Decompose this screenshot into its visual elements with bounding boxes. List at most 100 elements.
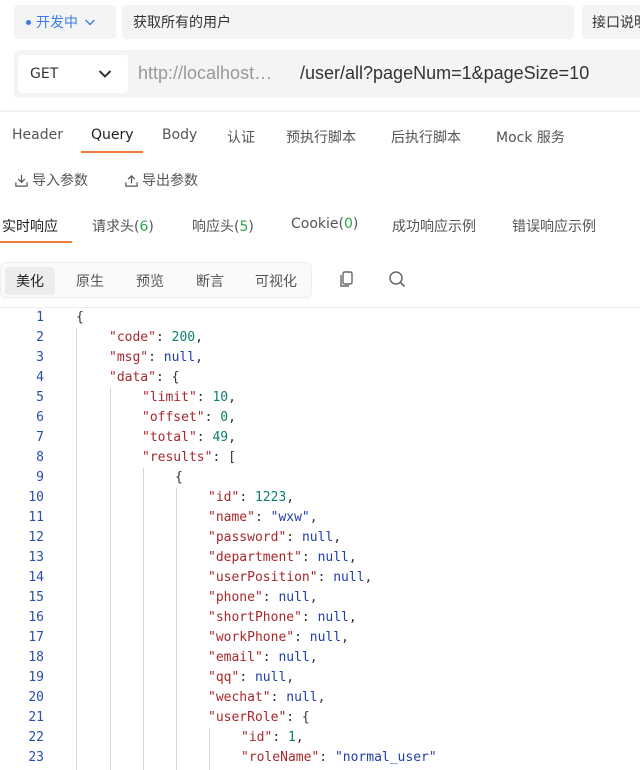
json-key: "department": [208, 550, 302, 565]
view-visualize[interactable]: 可视化: [245, 267, 307, 295]
line-number: 23: [28, 750, 44, 765]
url-path-input[interactable]: /user/all?pageNum=1&pageSize=10: [300, 63, 589, 84]
code-line: 1{: [0, 308, 640, 328]
line-number: 15: [28, 590, 44, 605]
code-line: 6 "offset": 0,: [0, 408, 640, 428]
json-punct: ,: [348, 550, 357, 565]
json-null: null: [333, 570, 365, 585]
json-key: "id": [241, 730, 273, 745]
view-beautify[interactable]: 美化: [5, 267, 55, 295]
line-number: 6: [36, 410, 44, 425]
import-params-button[interactable]: 导入参数: [14, 170, 88, 190]
json-key: "userPosition": [208, 570, 318, 585]
upload-icon: [125, 174, 138, 187]
code-line: 7 "total": 49,: [0, 428, 640, 448]
tab-body[interactable]: Body: [162, 127, 197, 143]
json-punct: :: [262, 590, 279, 605]
json-null: null: [278, 590, 310, 605]
line-number: 3: [36, 350, 44, 365]
search-icon[interactable]: [387, 269, 407, 289]
tab-mock-service[interactable]: Mock 服务: [496, 127, 565, 147]
line-number: 9: [36, 470, 44, 485]
json-number: 200: [171, 330, 196, 345]
environment-selector[interactable]: 开发中: [14, 5, 116, 39]
json-punct: ,: [309, 590, 318, 605]
tab-header[interactable]: Header: [12, 127, 63, 143]
export-params-button[interactable]: 导出参数: [124, 170, 198, 190]
line-content: "offset": 0,: [142, 408, 236, 428]
copy-icon[interactable]: [337, 269, 357, 289]
view-assert[interactable]: 断言: [185, 267, 235, 295]
json-key: "phone": [208, 590, 263, 605]
json-key: "qq": [208, 670, 240, 685]
line-content: {: [175, 468, 183, 488]
view-preview[interactable]: 预览: [125, 267, 175, 295]
tab-cookie[interactable]: Cookie(0): [291, 216, 358, 232]
code-line: 9{: [0, 468, 640, 488]
json-null: null: [317, 610, 349, 625]
tab-request-headers[interactable]: 请求头(6): [92, 216, 154, 236]
json-null: null: [317, 550, 349, 565]
json-punct: ,: [195, 330, 203, 345]
json-null: null: [286, 690, 318, 705]
json-punct: :: [155, 330, 172, 345]
url-base-prefix[interactable]: http://localhost…: [138, 63, 272, 84]
json-string: "normal_user": [334, 750, 437, 765]
tab-error-example[interactable]: 错误响应示例: [512, 216, 596, 236]
url-bar: GET http://localhost… /user/all?pageNum=…: [14, 50, 640, 98]
json-key: "password": [208, 530, 287, 545]
line-number: 11: [28, 510, 44, 525]
json-number: 1: [287, 730, 296, 745]
tab-realtime-response[interactable]: 实时响应: [2, 216, 58, 236]
tab-post-script[interactable]: 后执行脚本: [391, 127, 461, 147]
json-number: 0: [220, 410, 229, 425]
response-code-view[interactable]: 1{2 "code": 200, 3 "msg": null, 4 "data": {5 "…: [0, 307, 640, 770]
code-line: 15 "phone": null,: [0, 588, 640, 608]
line-number: 17: [28, 630, 44, 645]
view-raw[interactable]: 原生: [65, 267, 115, 295]
tab-success-example[interactable]: 成功响应示例: [392, 216, 476, 236]
line-number: 4: [36, 370, 44, 385]
json-key: "code": [109, 330, 156, 345]
json-punct: :: [301, 610, 318, 625]
code-line: 5 "limit": 10,: [0, 388, 640, 408]
api-name-input[interactable]: 获取所有的用户: [122, 5, 574, 39]
json-key: "offset": [142, 410, 205, 425]
export-params-label: 导出参数: [142, 173, 198, 189]
line-number: 8: [36, 450, 44, 465]
cookie-label: Cookie: [291, 216, 339, 232]
line-number: 19: [28, 670, 44, 685]
response-tabs: 实时响应 请求头(6) 响应头(5) Cookie(0) 成功响应示例 错误响应…: [0, 212, 640, 243]
line-number: 20: [28, 690, 44, 705]
line-number: 7: [36, 430, 44, 445]
code-line: 14 "userPosition": null,: [0, 568, 640, 588]
json-punct: :: [317, 570, 334, 585]
code-line: 10 "id": 1223,: [0, 488, 640, 508]
api-doc-button[interactable]: 接口说明: [582, 5, 640, 39]
tab-pre-script[interactable]: 预执行脚本: [286, 127, 356, 147]
response-headers-count: 5: [239, 219, 249, 235]
json-punct: :: [148, 350, 164, 365]
json-number: 49: [212, 430, 229, 445]
method-label: GET: [30, 66, 59, 82]
json-key: "results": [142, 450, 213, 465]
code-line: 17 "workPhone": null,: [0, 628, 640, 648]
json-null: null: [254, 670, 287, 685]
top-bar: 开发中 获取所有的用户 接口说明: [0, 0, 640, 46]
json-null: null: [301, 530, 334, 545]
json-punct: :: [270, 690, 287, 705]
json-key: "wechat": [208, 690, 271, 705]
tab-auth[interactable]: 认证: [227, 127, 255, 147]
tab-query[interactable]: Query: [91, 127, 134, 143]
line-content: "limit": 10,: [142, 388, 236, 408]
json-punct: {: [175, 470, 183, 485]
line-content: "department": null,: [208, 548, 357, 568]
active-tab-indicator: [0, 241, 72, 243]
line-content: "roleName": "normal_user": [241, 748, 437, 768]
tab-response-headers[interactable]: 响应头(5): [192, 216, 254, 236]
method-select[interactable]: GET: [18, 55, 128, 93]
json-punct: ,: [295, 730, 304, 745]
code-line: 18 "email": null,: [0, 648, 640, 668]
line-content: "email": null,: [208, 648, 318, 668]
line-content: "id": 1,: [241, 728, 304, 748]
